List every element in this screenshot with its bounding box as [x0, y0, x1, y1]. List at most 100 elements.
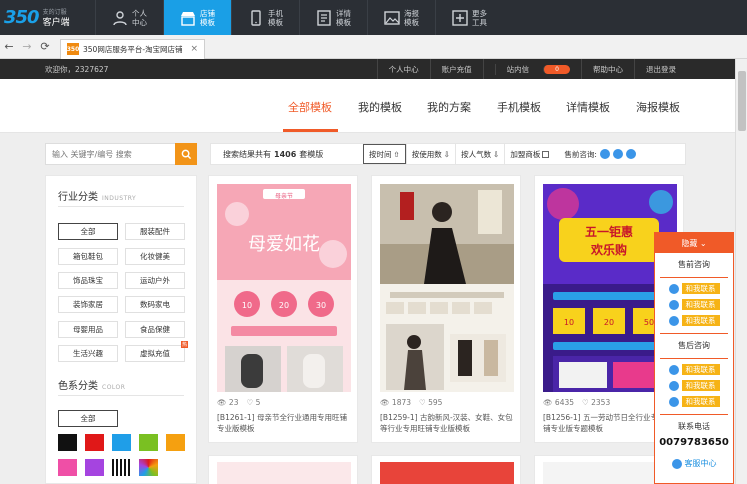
close-icon[interactable]: ×	[190, 44, 198, 54]
industry-home[interactable]: 装饰家居	[58, 296, 118, 313]
tab-mobile-templates[interactable]: 手机 模板	[231, 0, 299, 35]
qq-icon[interactable]	[625, 149, 636, 159]
phone-number: 0079783650	[659, 437, 729, 448]
sort-by-time-button[interactable]: 按时间 ⇧	[363, 144, 406, 164]
browser-tab[interactable]: 350 350网店服务平台-淘宝网店铺 ×	[60, 38, 205, 59]
template-card[interactable]	[371, 455, 521, 484]
template-card[interactable]: 👁 1873 ♡ 595 [B1259-1] 古韵新风-汉装、女鞋、女包等行业专…	[371, 175, 521, 443]
link-logout[interactable]: 退出登录	[634, 59, 687, 79]
presale-contact-button[interactable]: 和我联系	[655, 283, 733, 294]
color-title: 色系分类 COLOR	[58, 381, 126, 392]
search-box	[45, 143, 197, 165]
views-count: 👁 6435	[543, 398, 575, 407]
color-swatch-green[interactable]	[139, 434, 158, 451]
headset-icon	[671, 458, 682, 469]
template-stats: 👁 1873 ♡ 595	[380, 398, 442, 407]
color-swatch-pink[interactable]	[58, 459, 77, 476]
industry-virtual[interactable]: 虚拟充值热	[125, 341, 188, 362]
nav-detail-templates[interactable]: 详情模板	[566, 99, 610, 115]
link-recharge[interactable]: 账户充值	[429, 59, 483, 79]
filter-panel: 行业分类 INDUSTRY 全部 服装配件 箱包鞋包 化妆健美 饰品珠宝 运动户外…	[45, 175, 197, 484]
industry-cosmetics[interactable]: 化妆健美	[125, 248, 185, 265]
tab-detail-templates[interactable]: 详情 模板	[299, 0, 367, 35]
back-icon[interactable]: ←	[0, 40, 18, 53]
browser-bar: ← → ⟳ 350 350网店服务平台-淘宝网店铺 ×	[0, 35, 747, 59]
forward-icon[interactable]: →	[18, 40, 36, 53]
color-swatch-blue[interactable]	[112, 434, 131, 451]
sort-by-popularity-button[interactable]: 按人气数 ⇩	[455, 144, 504, 164]
template-card[interactable]: 母爱如花 母亲节 10 20 30 👁 23 ♡ 5 [B1261-1] 母亲节…	[208, 175, 358, 443]
link-inbox[interactable]: 站内信 0	[482, 59, 581, 79]
results-count: 搜索结果共有 1406 套模版	[223, 149, 324, 159]
industry-food[interactable]: 食品保健	[125, 321, 185, 338]
hide-panel-button[interactable]: 隐藏 ⌄	[655, 233, 733, 253]
scroll-thumb[interactable]	[738, 71, 746, 131]
search-input[interactable]	[46, 144, 174, 164]
sort-by-usage-button[interactable]: 按使用数 ⇩	[405, 144, 455, 164]
likes-count: ♡ 5	[246, 398, 261, 407]
color-swatch-multi[interactable]	[139, 459, 158, 476]
phone-icon	[251, 9, 261, 26]
template-thumbnail[interactable]	[380, 184, 514, 392]
nav-my-templates[interactable]: 我的模板	[358, 99, 402, 115]
industry-hobby[interactable]: 生活兴趣	[58, 345, 118, 362]
industry-jewelry[interactable]: 饰品珠宝	[58, 272, 118, 289]
nav-mobile-templates[interactable]: 手机模板	[497, 99, 541, 115]
link-personal-center[interactable]: 个人中心	[376, 59, 430, 79]
svg-text:50: 50	[644, 318, 654, 327]
favicon-icon: 350	[67, 43, 79, 55]
industry-digital[interactable]: 数码家电	[125, 296, 185, 313]
browser-tab-title: 350网店服务平台-淘宝网店铺	[83, 44, 183, 54]
color-swatch-bw[interactable]	[112, 459, 131, 476]
color-swatch-black[interactable]	[58, 434, 77, 451]
industry-bags-shoes[interactable]: 箱包鞋包	[58, 248, 118, 265]
aftersale-contact-button[interactable]: 和我联系	[655, 364, 733, 375]
customer-service-panel: 隐藏 ⌄ 售前咨询 和我联系 和我联系 和我联系 售后咨询 和我联系 和我联系 …	[654, 232, 734, 484]
service-center-link[interactable]: 客服中心	[655, 458, 733, 469]
tab-store-templates[interactable]: 店铺 模板	[163, 0, 231, 35]
qq-icon[interactable]	[599, 149, 610, 159]
presale-contact-button[interactable]: 和我联系	[655, 299, 733, 310]
refresh-icon[interactable]: ⟳	[36, 40, 54, 53]
svg-text:10: 10	[564, 318, 574, 327]
phone-label: 联系电话	[678, 422, 710, 431]
nav-all-templates[interactable]: 全部模板	[288, 99, 332, 115]
template-title[interactable]: [B1261-1] 母亲节全行业通用专用旺铺专业版模板	[217, 412, 353, 434]
template-card[interactable]	[208, 455, 358, 484]
industry-baby[interactable]: 母婴用品	[58, 321, 118, 338]
industry-apparel[interactable]: 服装配件	[125, 223, 185, 240]
page-scrollbar[interactable]	[735, 59, 747, 484]
brand-logo: 350	[4, 7, 40, 28]
new-arrivals-checkbox[interactable]: 加盟商板	[504, 144, 554, 164]
color-swatch-purple[interactable]	[85, 459, 104, 476]
nav-poster-templates[interactable]: 海报模板	[636, 99, 680, 115]
heart-icon: ♡	[582, 398, 589, 407]
poster-icon	[384, 10, 400, 25]
color-all[interactable]: 全部	[58, 410, 118, 427]
color-swatch-orange[interactable]	[166, 434, 185, 451]
search-button[interactable]	[175, 143, 197, 165]
presale-contact-button[interactable]: 和我联系	[655, 315, 733, 326]
color-swatch-red[interactable]	[85, 434, 104, 451]
main-nav: 全部模板 我的模板 我的方案 手机模板 详情模板 海报模板	[0, 79, 735, 133]
industry-sports[interactable]: 运动户外	[125, 272, 185, 289]
tab-more-tools[interactable]: 更多 工具	[435, 0, 503, 35]
link-help[interactable]: 帮助中心	[581, 59, 634, 79]
svg-text:10: 10	[242, 301, 252, 310]
tab-personal-center[interactable]: 个人 中心	[95, 0, 163, 35]
aftersale-contact-button[interactable]: 和我联系	[655, 396, 733, 407]
aftersale-contact-button[interactable]: 和我联系	[655, 380, 733, 391]
presale-label: 售前咨询:	[564, 149, 597, 159]
template-thumbnail[interactable]: 母爱如花 母亲节 10 20 30	[217, 184, 351, 392]
industry-all[interactable]: 全部	[58, 223, 118, 240]
nav-my-plans[interactable]: 我的方案	[427, 99, 471, 115]
svg-text:20: 20	[604, 318, 614, 327]
views-count: 👁 23	[217, 398, 239, 407]
tab-poster-templates[interactable]: 海报 模板	[367, 0, 435, 35]
heart-icon: ♡	[246, 398, 254, 407]
eye-icon: 👁	[380, 398, 390, 407]
template-title[interactable]: [B1259-1] 古韵新风-汉装、女鞋、女包等行业专用旺铺专业版模板	[380, 412, 516, 434]
qq-icon[interactable]	[612, 149, 623, 159]
svg-text:20: 20	[279, 301, 289, 310]
likes-count: ♡ 595	[419, 398, 443, 407]
